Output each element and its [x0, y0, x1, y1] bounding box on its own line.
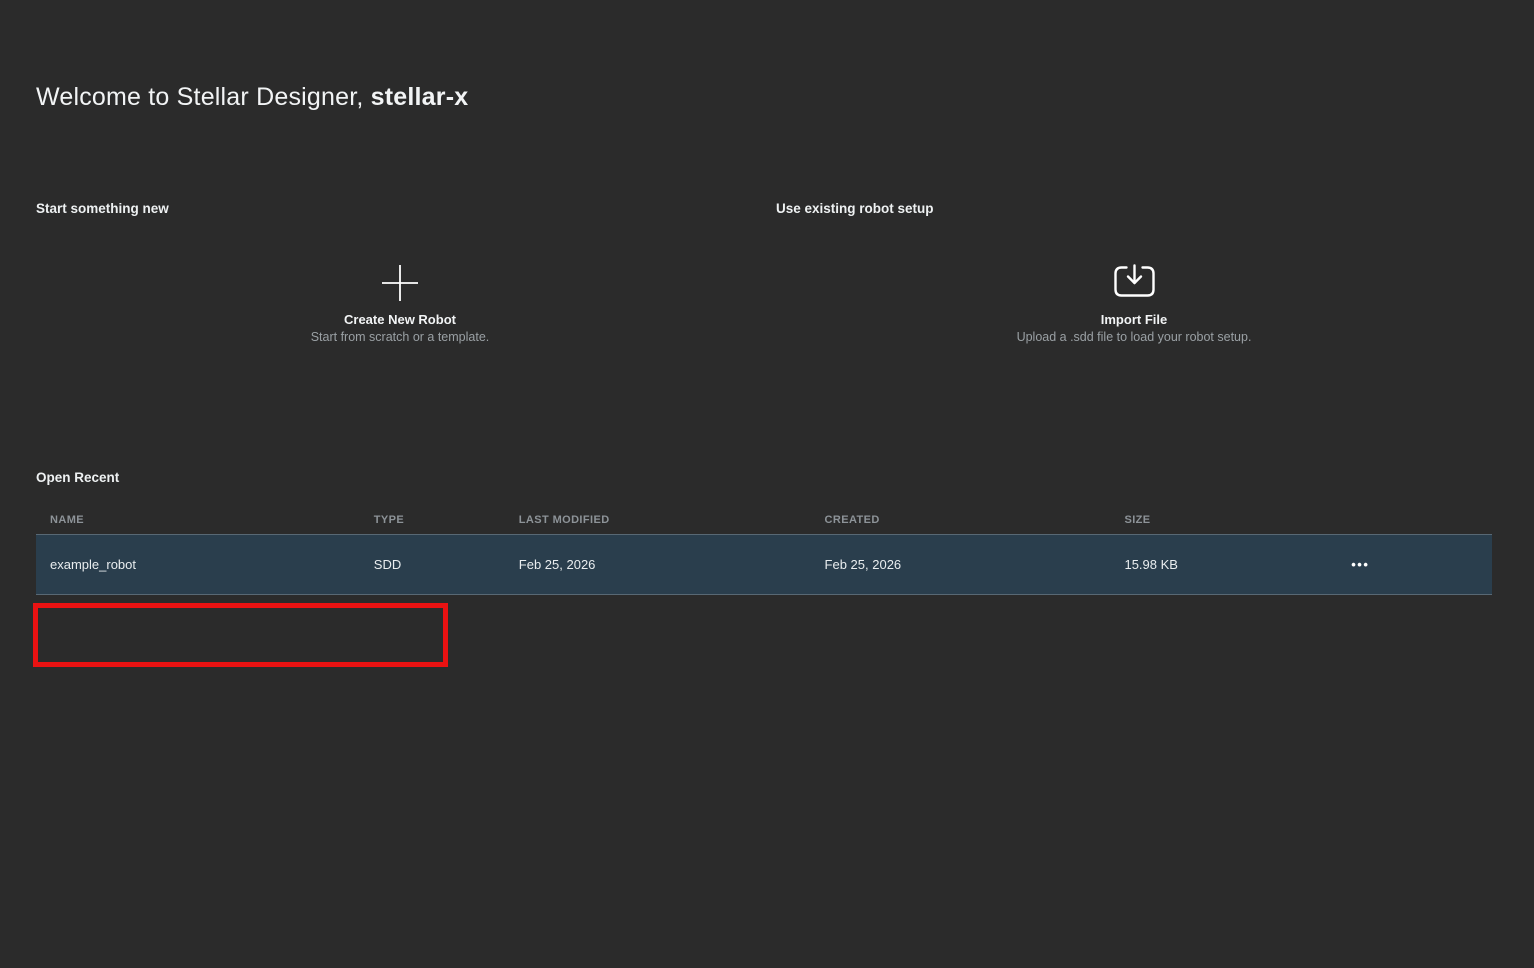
cell-type: SDD [374, 557, 519, 572]
create-new-robot-description: Start from scratch or a template. [311, 330, 490, 344]
page-title-username: stellar-x [371, 83, 469, 111]
import-download-icon [1017, 264, 1252, 304]
open-recent-heading: Open Recent [36, 470, 1492, 485]
column-header-size: SIZE [1124, 514, 1347, 526]
create-new-robot-label: Create New Robot [311, 312, 490, 327]
table-header-row: NAME TYPE LAST MODIFIED CREATED SIZE [36, 506, 1492, 534]
column-header-last-modified: LAST MODIFIED [519, 514, 825, 526]
plus-icon [311, 264, 490, 304]
row-actions-menu-button[interactable]: ••• [1347, 552, 1373, 577]
section-heading-start-new: Start something new [36, 201, 764, 216]
section-use-existing-setup: Use existing robot setup Import File Upl… [764, 201, 1492, 344]
import-file-label: Import File [1017, 312, 1252, 327]
section-heading-existing: Use existing robot setup [776, 201, 1492, 216]
import-file-button[interactable]: Import File Upload a .sdd file to load y… [1017, 264, 1252, 344]
annotation-highlight-box [33, 603, 448, 667]
column-header-name: NAME [36, 514, 374, 526]
welcome-screen: Welcome to Stellar Designer, stellar-x S… [0, 83, 1534, 595]
page-title-prefix: Welcome to Stellar Designer, [36, 83, 371, 111]
import-file-description: Upload a .sdd file to load your robot se… [1017, 330, 1252, 344]
section-start-something-new: Start something new Create New Robot Sta… [36, 201, 764, 344]
cell-name: example_robot [36, 557, 374, 572]
column-header-created: CREATED [825, 514, 1125, 526]
recent-files-table: NAME TYPE LAST MODIFIED CREATED SIZE exa… [36, 506, 1492, 595]
cell-created: Feb 25, 2026 [825, 557, 1125, 572]
recent-file-row[interactable]: example_robot SDD Feb 25, 2026 Feb 25, 2… [36, 534, 1492, 595]
open-recent-section: Open Recent NAME TYPE LAST MODIFIED CREA… [36, 470, 1492, 595]
column-header-type: TYPE [374, 514, 519, 526]
action-sections: Start something new Create New Robot Sta… [36, 201, 1492, 344]
create-new-robot-button[interactable]: Create New Robot Start from scratch or a… [311, 264, 490, 344]
page-title: Welcome to Stellar Designer, stellar-x [36, 83, 1492, 112]
cell-last-modified: Feb 25, 2026 [519, 557, 825, 572]
cell-size: 15.98 KB [1124, 557, 1347, 572]
cell-actions: ••• [1347, 552, 1492, 577]
